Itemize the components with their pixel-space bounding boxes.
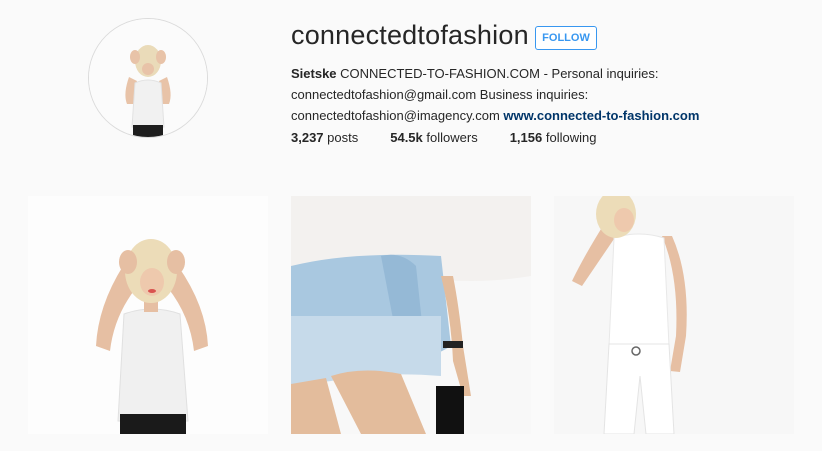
profile-avatar[interactable] — [88, 18, 208, 138]
followers-stat[interactable]: 54.5k followers — [390, 130, 477, 145]
post-tile-3[interactable] — [554, 196, 794, 434]
follow-button[interactable]: FOLLOW — [535, 26, 597, 50]
following-label: following — [542, 130, 597, 145]
photo-woman-white-tee-icon — [28, 196, 268, 434]
posts-count: 3,237 — [291, 130, 324, 145]
posts-label: posts — [323, 130, 359, 145]
posts-stat: 3,237 posts — [291, 130, 358, 145]
profile-stats: 3,237 posts 54.5k followers 1,156 follow… — [291, 130, 628, 145]
followers-count: 54.5k — [390, 130, 423, 145]
website-link[interactable]: www.connected-to-fashion.com — [503, 108, 699, 123]
profile-photo-icon — [89, 19, 207, 137]
profile-bio: Sietske CONNECTED-TO-FASHION.COM - Perso… — [291, 63, 711, 126]
following-stat[interactable]: 1,156 following — [510, 130, 597, 145]
photo-denim-shorts-icon — [291, 196, 531, 434]
following-count: 1,156 — [509, 130, 543, 145]
profile-username: connectedtofashion — [291, 20, 529, 50]
post-tile-1[interactable] — [28, 196, 268, 434]
post-tile-2[interactable] — [291, 196, 531, 434]
bio-name: Sietske — [291, 66, 337, 81]
followers-label: followers — [422, 130, 478, 145]
photo-white-outfit-icon — [554, 196, 794, 434]
